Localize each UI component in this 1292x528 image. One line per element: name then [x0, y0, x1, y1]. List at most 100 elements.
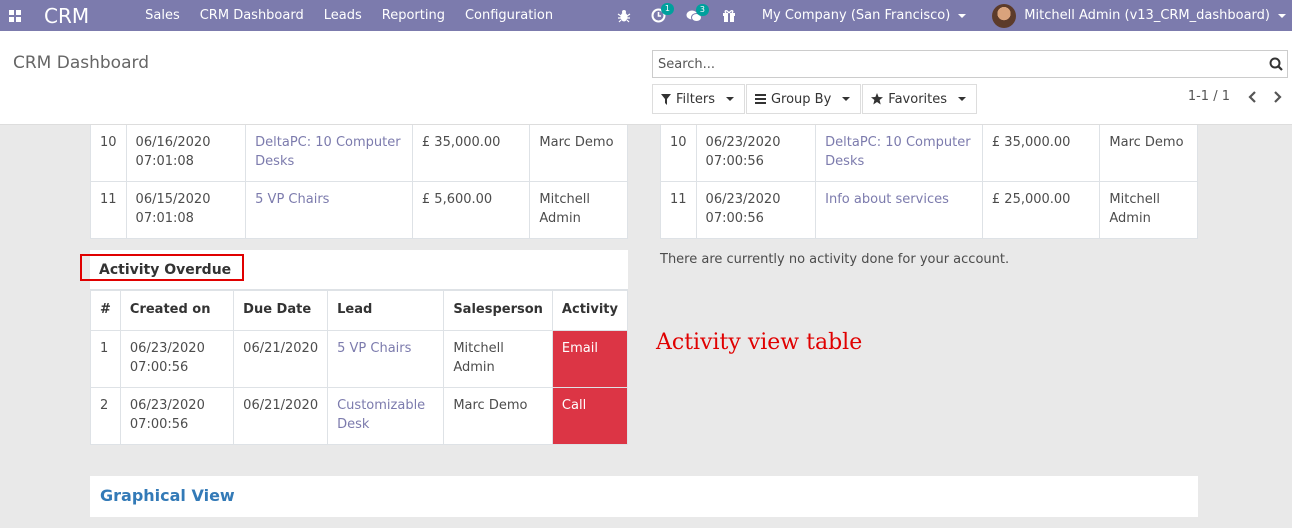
due-date-cell: 06/21/2020: [233, 330, 329, 388]
user-name: Mitchell Admin (v13_CRM_dashboard): [1024, 8, 1270, 23]
col-activity[interactable]: Activity: [551, 290, 629, 331]
salesperson-cell: Marc Demo: [529, 125, 628, 182]
created-cell: 06/16/2020 07:01:08: [125, 125, 247, 182]
row-number: 2: [90, 387, 121, 445]
menu-reporting[interactable]: Reporting: [382, 8, 445, 23]
recent-won-leads-table: 10 06/23/2020 07:00:56 DeltaPC: 10 Comput…: [660, 125, 1198, 239]
lead-link[interactable]: DeltaPC: 10 Computer Desks: [815, 125, 983, 182]
created-cell: 06/23/2020 07:00:56: [119, 330, 235, 388]
created-date: 06/23/2020: [129, 398, 205, 413]
amount-cell: £ 35,000.00: [981, 125, 1101, 182]
no-activity-message: There are currently no activity done for…: [660, 252, 1010, 267]
chevron-right-icon[interactable]: [1272, 90, 1282, 103]
created-time: 07:00:56: [129, 417, 189, 432]
lead-link[interactable]: 5 VP Chairs: [245, 180, 413, 239]
salesperson-cell: Mitchell Admin: [443, 330, 553, 388]
filters-button[interactable]: Filters: [652, 84, 745, 114]
amount-cell: £ 5,600.00: [411, 180, 531, 239]
row-number: 10: [660, 125, 697, 182]
created-cell: 06/23/2020 07:00:56: [119, 387, 235, 445]
row-number: 11: [660, 180, 697, 239]
salesperson-cell: Mitchell Admin: [529, 180, 628, 239]
gift-icon[interactable]: [722, 9, 736, 23]
col-salesperson[interactable]: Salesperson: [443, 290, 553, 331]
favorites-button[interactable]: Favorites: [862, 84, 978, 114]
search-icon[interactable]: [1267, 51, 1285, 77]
menu-sales[interactable]: Sales: [145, 8, 180, 23]
search-options: Filters Group By Favorites: [652, 84, 978, 114]
chat-icon[interactable]: 3: [686, 3, 709, 23]
graphical-view-title: Graphical View: [90, 476, 1198, 517]
filter-icon: [661, 93, 671, 105]
company-switcher[interactable]: My Company (San Francisco): [762, 8, 967, 23]
group-by-button[interactable]: Group By: [745, 84, 862, 114]
created-time: 07:00:56: [705, 154, 764, 169]
lead-link[interactable]: 5 VP Chairs: [327, 330, 445, 388]
activity-type-cell: Email: [551, 330, 629, 388]
annotation-label: Activity view table: [656, 330, 863, 355]
menu-leads[interactable]: Leads: [324, 8, 362, 23]
search-input[interactable]: [653, 51, 1267, 77]
table-row: 11 06/15/2020 07:01:08 5 VP Chairs £ 5,60…: [90, 180, 628, 239]
pager: 1-1 / 1: [1188, 89, 1282, 104]
amount-cell: £ 25,000.00: [981, 180, 1101, 239]
row-number: 11: [90, 180, 127, 239]
col-number[interactable]: #: [90, 290, 121, 331]
top-navbar: CRM Sales CRM Dashboard Leads Reporting …: [0, 0, 1292, 31]
table-header-row: # Created on Due Date Lead Salesperson A…: [90, 290, 629, 331]
due-date-cell: 06/21/2020: [233, 387, 329, 445]
activity-clock-icon[interactable]: 1: [651, 3, 674, 23]
col-due-date[interactable]: Due Date: [233, 290, 329, 331]
chevron-down-icon: [842, 97, 851, 101]
table-row: 2 06/23/2020 07:00:56 06/21/2020 Customiz…: [90, 387, 629, 445]
recent-leads-table: 10 06/16/2020 07:01:08 DeltaPC: 10 Comput…: [90, 125, 628, 239]
lead-link[interactable]: Info about services: [815, 180, 983, 239]
chevron-down-icon: [725, 97, 734, 101]
created-date: 06/16/2020: [135, 135, 211, 150]
search-box: [652, 50, 1288, 78]
created-time: 07:01:08: [135, 210, 194, 226]
col-lead[interactable]: Lead: [327, 290, 445, 331]
apps-grid-icon[interactable]: [0, 0, 30, 31]
lead-link[interactable]: Customizable Desk: [327, 387, 445, 445]
chevron-left-icon[interactable]: [1248, 90, 1258, 103]
chevron-down-icon: [958, 13, 967, 18]
table-row: 11 06/23/2020 07:00:56 Info about service…: [660, 180, 1198, 239]
created-date: 06/23/2020: [705, 191, 781, 207]
created-cell: 06/15/2020 07:01:08: [125, 180, 247, 239]
page-title: CRM Dashboard: [13, 53, 149, 73]
filters-label: Filters: [676, 91, 715, 107]
menu-crm-dashboard[interactable]: CRM Dashboard: [200, 8, 304, 23]
salesperson-cell: Mitchell Admin: [1099, 180, 1198, 239]
created-cell: 06/23/2020 07:00:56: [695, 180, 817, 239]
salesperson-cell: Marc Demo: [1099, 125, 1198, 182]
col-created-on[interactable]: Created on: [119, 290, 235, 331]
amount-cell: £ 35,000.00: [411, 125, 531, 182]
chevron-down-icon: [958, 97, 967, 101]
app-brand[interactable]: CRM: [44, 4, 89, 28]
user-menu[interactable]: Mitchell Admin (v13_CRM_dashboard): [992, 3, 1286, 28]
created-cell: 06/23/2020 07:00:56: [695, 125, 817, 182]
created-date: 06/23/2020: [705, 135, 781, 150]
navbar-systray: 1 3 My Company (San Francisco) Mitchell …: [617, 0, 1292, 31]
created-time: 07:00:56: [705, 210, 764, 226]
created-date: 06/23/2020: [129, 341, 205, 356]
messages-badge: 3: [695, 3, 709, 16]
row-number: 1: [90, 330, 121, 388]
lead-link[interactable]: DeltaPC: 10 Computer Desks: [245, 125, 413, 182]
table-row: 10 06/16/2020 07:01:08 DeltaPC: 10 Comput…: [90, 125, 628, 182]
pager-value[interactable]: 1-1 / 1: [1188, 89, 1230, 104]
menu-configuration[interactable]: Configuration: [465, 8, 553, 23]
highlight-annotation-box: [80, 254, 244, 281]
control-panel: CRM Dashboard Filters Group By Favorites…: [0, 31, 1292, 125]
activity-badge: 1: [660, 3, 674, 15]
bug-icon[interactable]: [617, 9, 631, 23]
favorites-label: Favorites: [888, 91, 948, 107]
created-time: 07:00:56: [129, 360, 189, 375]
table-row: 10 06/23/2020 07:00:56 DeltaPC: 10 Comput…: [660, 125, 1198, 182]
avatar: [992, 3, 1017, 28]
row-number: 10: [90, 125, 127, 182]
activity-type-cell: Call: [551, 387, 629, 445]
bars-icon: [754, 94, 766, 104]
star-icon: [871, 93, 884, 105]
